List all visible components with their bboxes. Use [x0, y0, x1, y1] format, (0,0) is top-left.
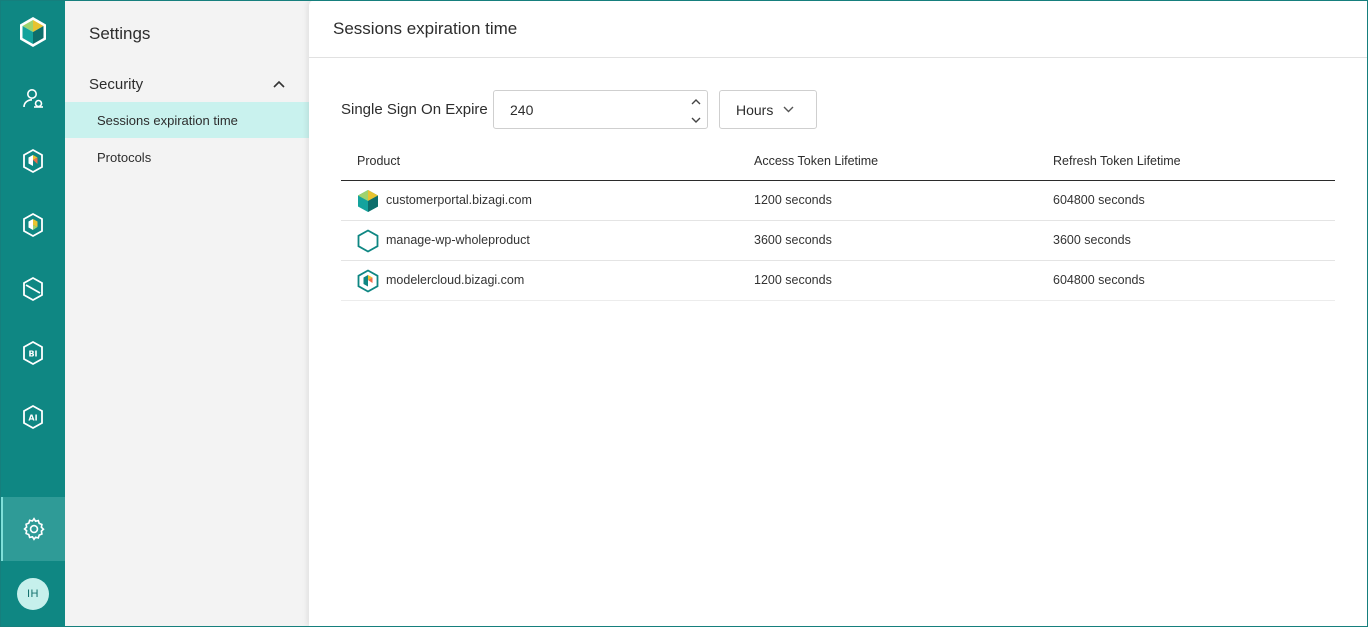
section-label: Security: [89, 75, 144, 93]
refresh-token-lifetime: 3600 seconds: [1053, 233, 1131, 247]
refresh-token-lifetime: 604800 seconds: [1053, 273, 1145, 287]
hexagon-outline-icon: [357, 229, 379, 253]
gear-icon: [23, 517, 45, 541]
users-icon[interactable]: [0, 66, 65, 130]
customer-portal-icon: [358, 190, 378, 212]
product-name: modelercloud.bizagi.com: [386, 273, 525, 287]
svg-text:AI: AI: [28, 414, 37, 423]
table-row[interactable]: manage-wp-wholeproduct 3600 seconds 3600…: [341, 221, 1335, 261]
ai-hexagon-icon[interactable]: AI: [0, 385, 65, 449]
left-rail: BI AI IH: [0, 0, 65, 627]
increment-button[interactable]: [689, 94, 703, 108]
sso-expire-input[interactable]: [494, 91, 684, 128]
unit-select-value: Hours: [736, 101, 774, 118]
nav-item-protocols[interactable]: Protocols: [65, 139, 309, 175]
settings-gear-button[interactable]: [0, 497, 65, 561]
bizagi-logo-icon[interactable]: [0, 0, 65, 64]
chevron-up-icon: [691, 98, 701, 104]
unit-select[interactable]: Hours: [719, 90, 817, 129]
table-row[interactable]: customerportal.bizagi.com 1200 seconds 6…: [341, 181, 1335, 221]
product-hexagon-icon-3[interactable]: [0, 257, 65, 321]
sso-expire-stepper: [493, 90, 708, 129]
settings-panel: Settings Security Sessions expiration ti…: [65, 0, 309, 627]
refresh-token-lifetime: 604800 seconds: [1053, 193, 1145, 207]
page-title: Sessions expiration time: [333, 19, 518, 38]
chevron-down-icon: [691, 117, 701, 123]
main-header: Sessions expiration time: [309, 0, 1367, 58]
product-name: customerportal.bizagi.com: [386, 193, 532, 207]
access-token-lifetime: 3600 seconds: [754, 233, 832, 247]
nav-item-sessions-expiration[interactable]: Sessions expiration time: [65, 102, 309, 138]
decrement-button[interactable]: [689, 113, 703, 127]
sessions-table: Product Access Token Lifetime Refresh To…: [341, 142, 1335, 301]
bi-hexagon-icon[interactable]: BI: [0, 321, 65, 385]
chevron-down-icon: [783, 106, 794, 113]
svg-text:BI: BI: [28, 350, 37, 359]
sso-expire-label: Single Sign On Expire: [341, 101, 488, 118]
table-row[interactable]: modelercloud.bizagi.com 1200 seconds 604…: [341, 261, 1335, 301]
chevron-up-icon: [273, 80, 285, 88]
access-token-lifetime: 1200 seconds: [754, 273, 832, 287]
modeler-icon: [357, 269, 379, 293]
product-name: manage-wp-wholeproduct: [386, 233, 530, 247]
avatar[interactable]: IH: [17, 578, 49, 610]
column-header-product: Product: [357, 154, 401, 168]
column-header-access-token: Access Token Lifetime: [754, 154, 879, 168]
access-token-lifetime: 1200 seconds: [754, 193, 832, 207]
column-header-refresh-token: Refresh Token Lifetime: [1053, 154, 1181, 168]
product-hexagon-icon-2[interactable]: [0, 193, 65, 257]
security-section-toggle[interactable]: Security: [65, 70, 309, 98]
table-header: Product Access Token Lifetime Refresh To…: [341, 142, 1335, 181]
settings-title: Settings: [89, 24, 151, 43]
product-hexagon-icon-1[interactable]: [0, 129, 65, 193]
main-content: Sessions expiration time Single Sign On …: [309, 0, 1367, 626]
